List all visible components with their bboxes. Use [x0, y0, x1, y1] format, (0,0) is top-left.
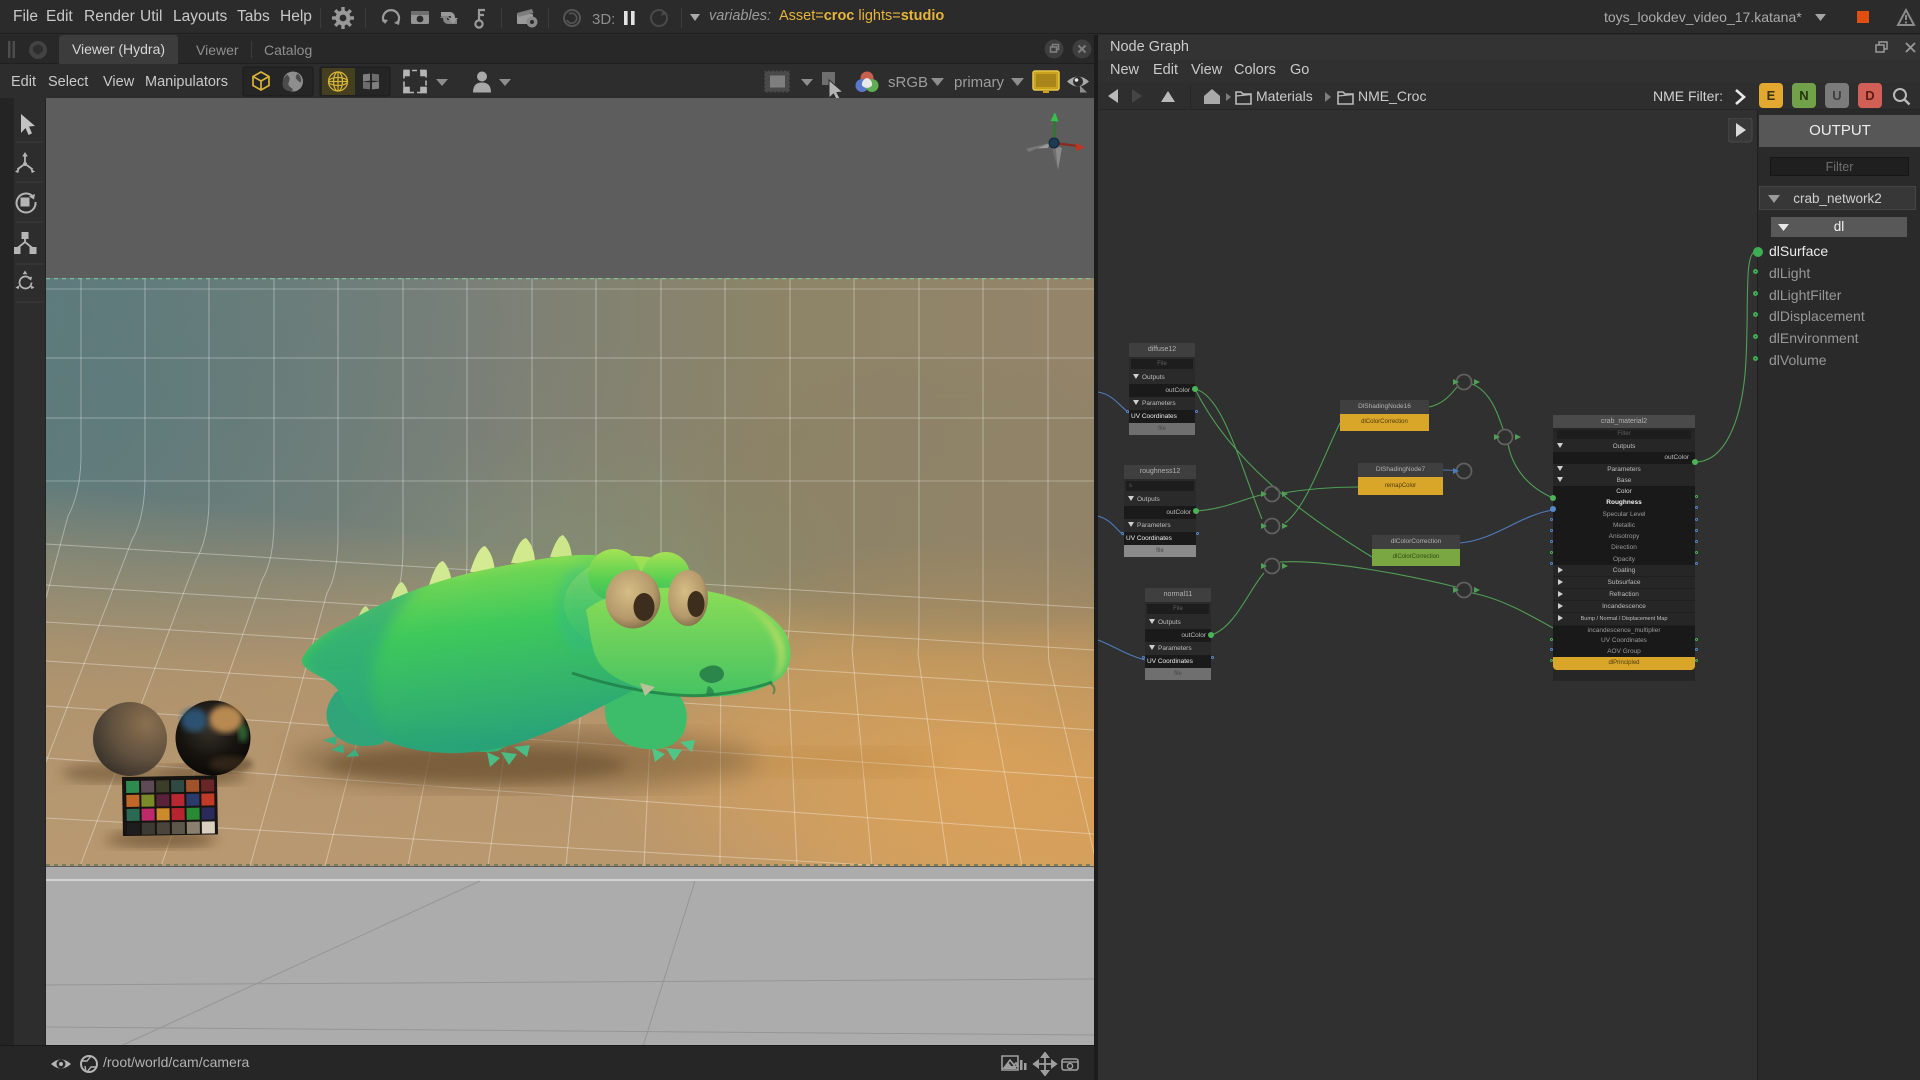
svg-text:sRGB: sRGB: [888, 74, 928, 91]
svg-text:3D:: 3D:: [592, 11, 615, 28]
svg-text:primary: primary: [954, 74, 1005, 91]
